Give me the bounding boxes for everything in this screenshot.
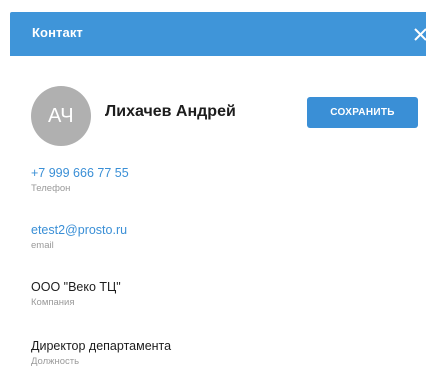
position-value: Директор департамента (31, 339, 172, 353)
company-field: ООО "Веко ТЦ" Компания (31, 280, 121, 308)
panel-header: Контакт (10, 12, 426, 56)
email-label: email (31, 240, 54, 251)
phone-label: Телефон (31, 183, 71, 194)
phone-field: +7 999 666 77 55 Телефон (31, 166, 129, 194)
contact-panel: Контакт АЧ Лихачев Андрей СОХРАНИТЬ +7 9… (0, 0, 426, 374)
panel-title: Контакт (32, 25, 83, 40)
close-icon[interactable] (412, 24, 426, 44)
email-field: etest2@prosto.ru email (31, 223, 127, 251)
position-label: Должность (31, 356, 80, 367)
phone-link[interactable]: +7 999 666 77 55 (31, 166, 129, 180)
company-label: Компания (31, 297, 75, 308)
email-link[interactable]: etest2@prosto.ru (31, 223, 127, 237)
company-value: ООО "Веко ТЦ" (31, 280, 121, 294)
contact-name: Лихачев Андрей (105, 103, 236, 120)
position-field: Директор департамента Должность (31, 339, 171, 367)
save-button[interactable]: СОХРАНИТЬ (307, 97, 418, 128)
avatar: АЧ (31, 86, 91, 146)
contact-details: АЧ Лихачев Андрей СОХРАНИТЬ +7 999 666 7… (0, 56, 426, 374)
